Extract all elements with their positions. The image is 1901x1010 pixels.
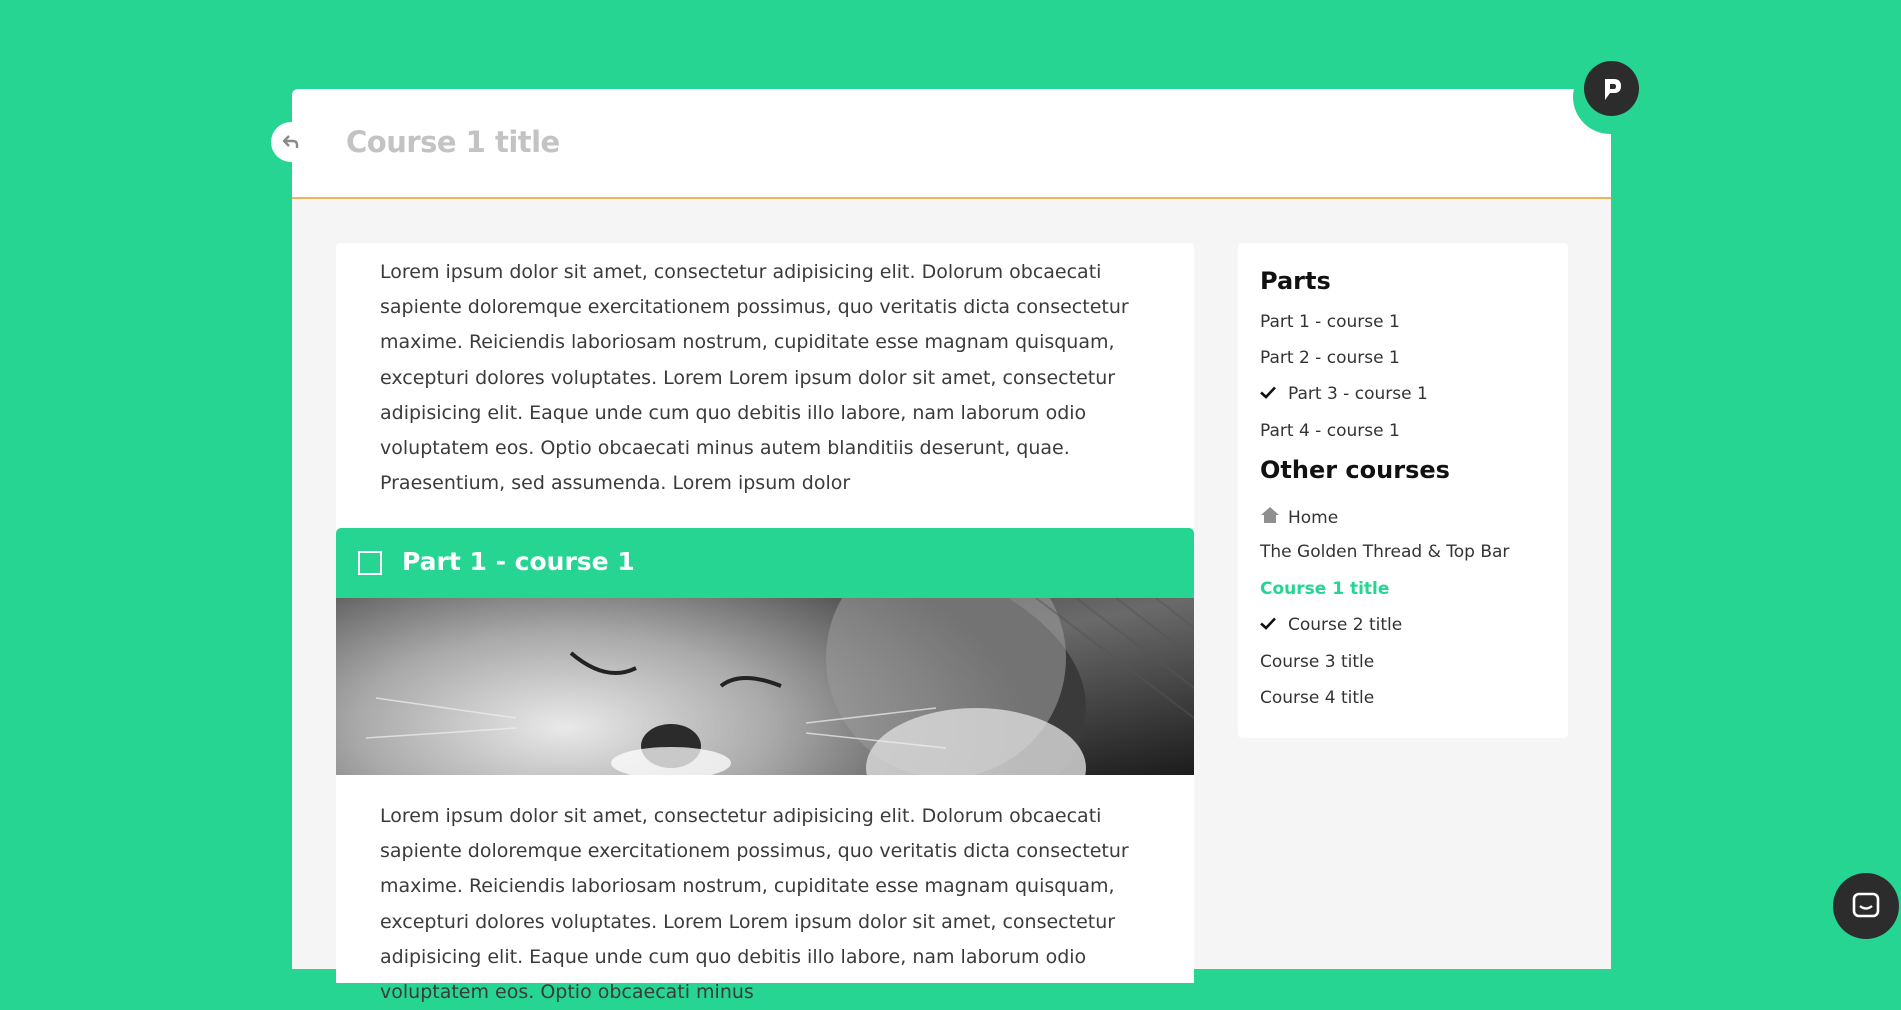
part-header: Part 1 - course 1 bbox=[336, 528, 1194, 598]
sidebar-item-label: Part 4 - course 1 bbox=[1260, 421, 1400, 441]
sidebar-item-label: Course 1 title bbox=[1260, 579, 1390, 599]
course-header: Course 1 title bbox=[292, 89, 1611, 199]
checkmark-icon bbox=[1260, 384, 1288, 404]
course-content: Lorem ipsum dolor sit amet, consectetur … bbox=[336, 243, 1194, 1003]
sidebar-item-label: Course 2 title bbox=[1288, 615, 1403, 635]
sidebar-item-label: Part 3 - course 1 bbox=[1288, 384, 1428, 404]
sidebar-item-label: Part 2 - course 1 bbox=[1260, 348, 1400, 368]
sidebar-course-home[interactable]: Home bbox=[1260, 506, 1338, 529]
sidebar-item-label: Course 4 title bbox=[1260, 688, 1375, 708]
sidebar-course-4[interactable]: Course 4 title bbox=[1260, 688, 1374, 708]
page-title: Course 1 title bbox=[346, 125, 560, 159]
sidebar-course-2[interactable]: Course 2 title bbox=[1260, 615, 1402, 635]
back-arrow-icon bbox=[282, 135, 299, 148]
sidebar-part-4[interactable]: Part 4 - course 1 bbox=[1260, 421, 1400, 441]
sidebar-item-label: Course 3 title bbox=[1260, 652, 1375, 672]
course-card: Course 1 title Lorem ipsum dolor sit ame… bbox=[292, 89, 1611, 1003]
back-button[interactable] bbox=[271, 122, 311, 162]
parts-heading: Parts bbox=[1260, 267, 1331, 295]
part-paragraph: Lorem ipsum dolor sit amet, consectetur … bbox=[380, 805, 1129, 1004]
checkbox-icon[interactable] bbox=[358, 551, 382, 575]
sidebar-course-3[interactable]: Course 3 title bbox=[1260, 652, 1374, 672]
intro-paragraph: Lorem ipsum dolor sit amet, consectetur … bbox=[380, 261, 1129, 495]
sidebar: Parts Part 1 - course 1 Part 2 - course … bbox=[1238, 243, 1568, 738]
sidebar-item-label: Home bbox=[1288, 507, 1339, 528]
sidebar-course-1[interactable]: Course 1 title bbox=[1260, 579, 1389, 599]
home-icon bbox=[1260, 506, 1288, 529]
chat-launcher-button[interactable] bbox=[1833, 873, 1899, 939]
checkmark-icon bbox=[1260, 615, 1288, 635]
sidebar-part-2[interactable]: Part 2 - course 1 bbox=[1260, 348, 1400, 368]
part-image bbox=[336, 598, 1194, 775]
sidebar-part-3[interactable]: Part 3 - course 1 bbox=[1260, 384, 1428, 404]
sidebar-item-label: The Golden Thread & Top Bar bbox=[1260, 542, 1510, 562]
other-courses-heading: Other courses bbox=[1260, 456, 1450, 484]
brand-logo-icon[interactable] bbox=[1584, 61, 1639, 116]
chat-icon bbox=[1852, 892, 1880, 918]
sidebar-part-1[interactable]: Part 1 - course 1 bbox=[1260, 312, 1400, 332]
sidebar-course-golden-thread[interactable]: The Golden Thread & Top Bar bbox=[1260, 542, 1509, 562]
kitten-photo bbox=[336, 598, 1194, 775]
sidebar-item-label: Part 1 - course 1 bbox=[1260, 312, 1400, 332]
part-title: Part 1 - course 1 bbox=[402, 547, 635, 576]
